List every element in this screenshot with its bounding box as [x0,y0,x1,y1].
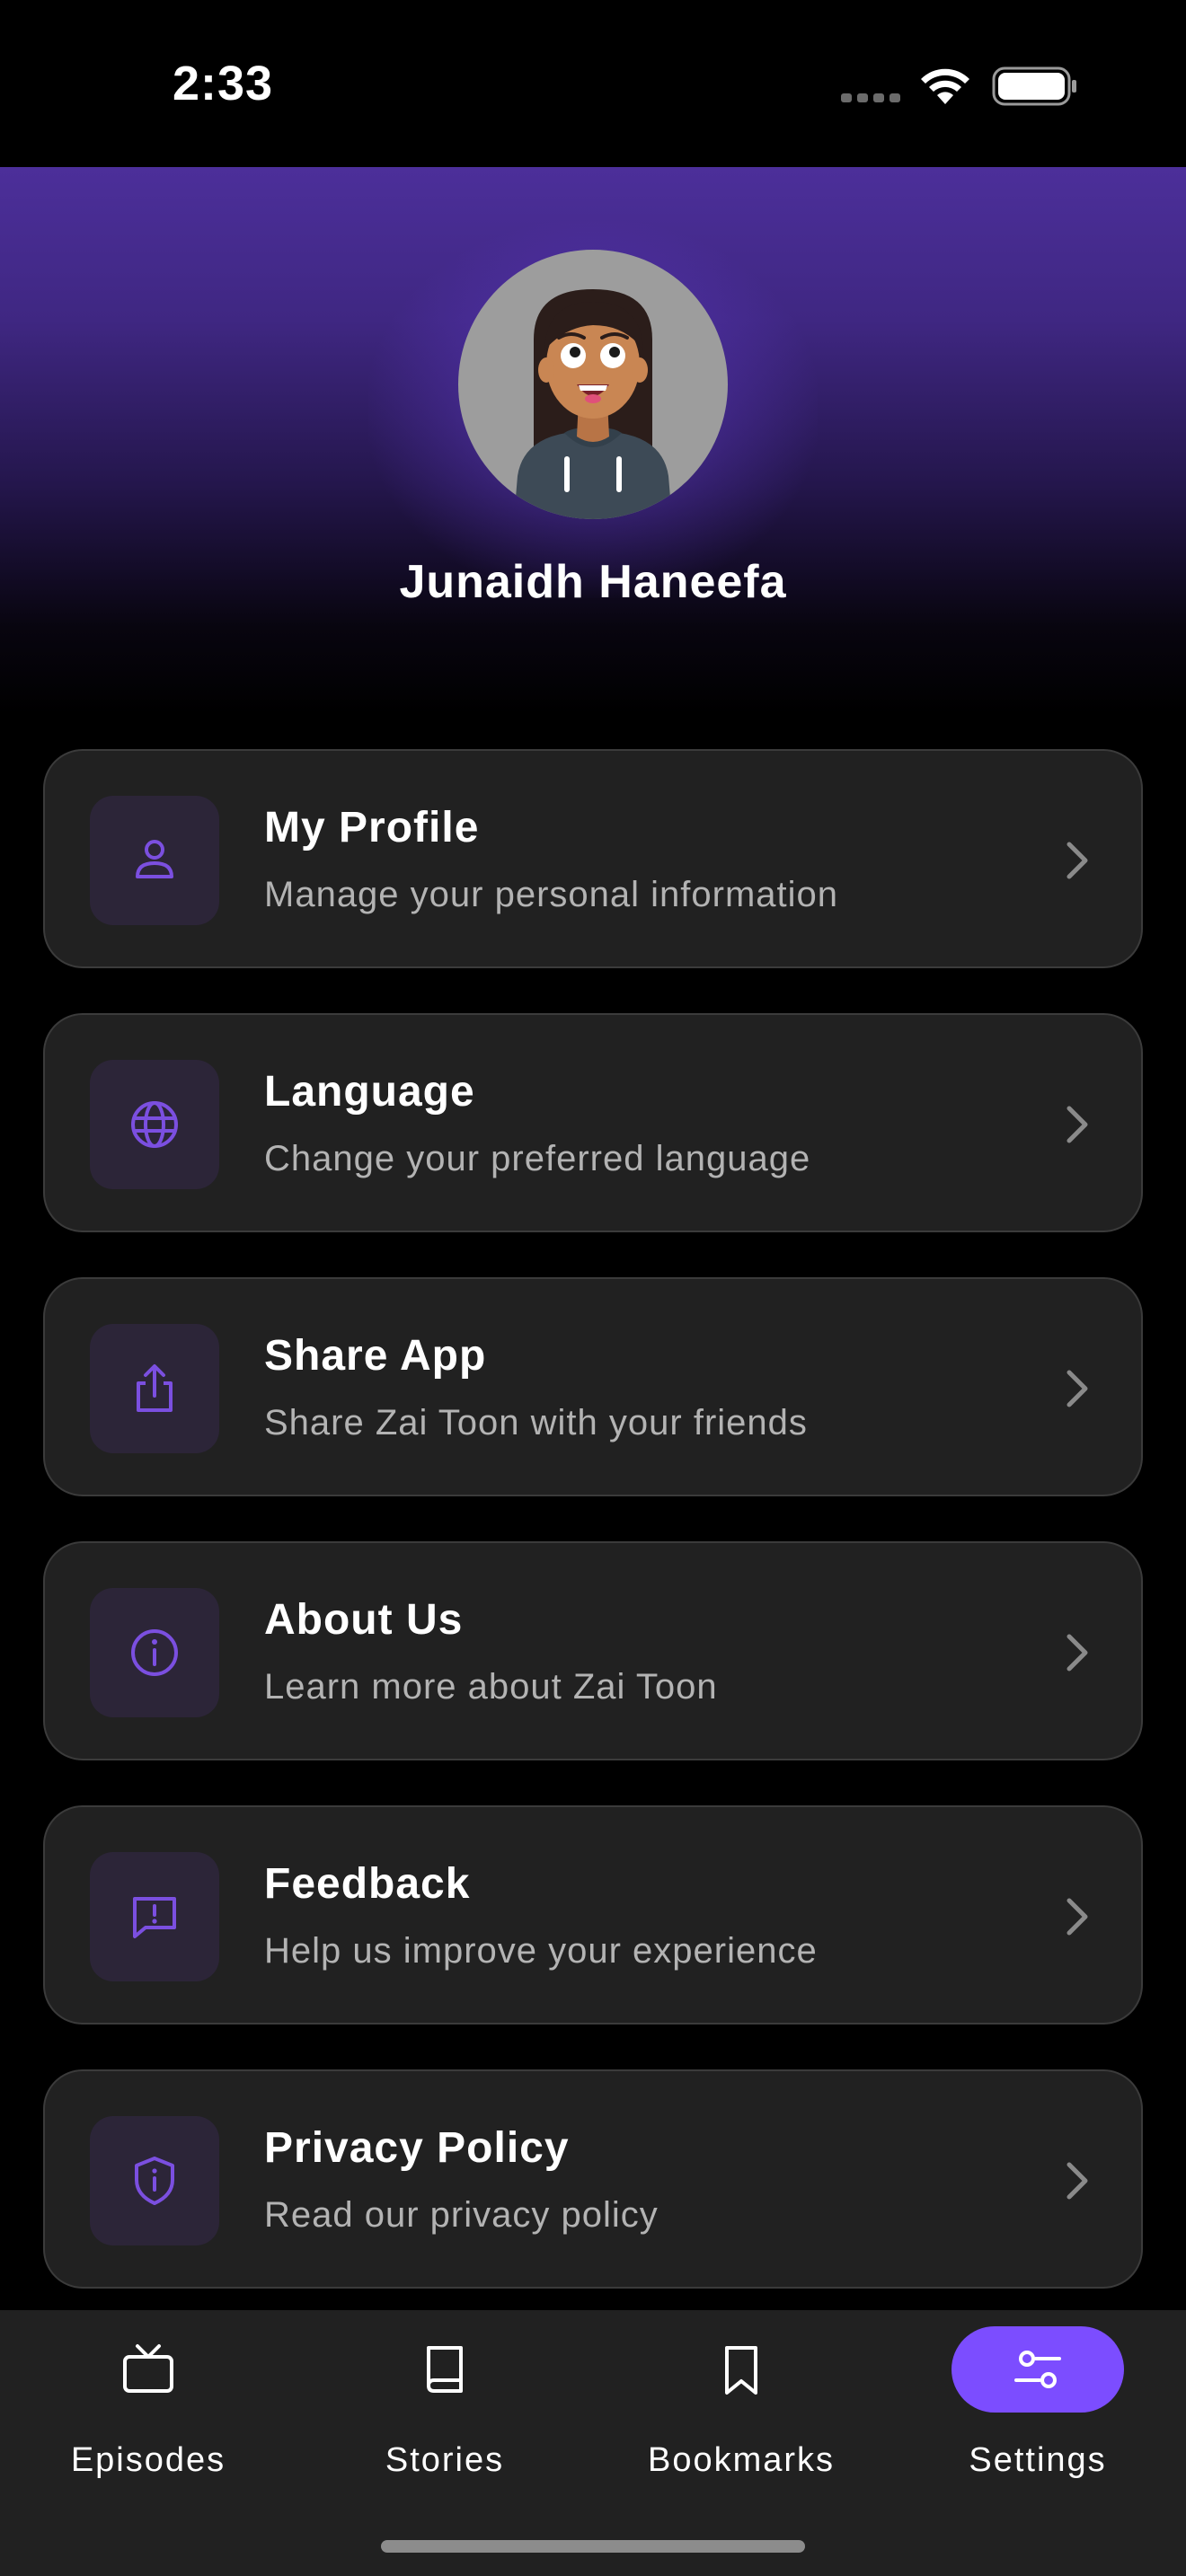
avatar[interactable] [458,250,728,519]
menu-title: Language [264,1068,475,1116]
avatar-illustration [514,289,672,519]
bookmark-icon [725,2346,757,2395]
menu-title: My Profile [264,804,480,851]
wifi-icon [921,68,969,104]
menu-title: About Us [264,1596,464,1644]
menu-subtitle: Change your preferred language [264,1139,811,1178]
nav-icon-wrap [358,2326,531,2413]
nav-tab-bookmarks[interactable]: Bookmarks [593,2310,890,2508]
nav-label: Bookmarks [647,2441,836,2479]
menu-icon-box [90,1324,219,1453]
battery-icon [992,66,1076,106]
profile-header: Junaidh Haneefa [0,167,1186,715]
menu-subtitle: Help us improve your experience [264,1931,818,1971]
menu-subtitle: Read our privacy policy [264,2195,659,2235]
globe-icon [131,1101,178,1148]
menu-item-share-app[interactable]: Share App Share Zai Toon with your frien… [43,1277,1143,1496]
chevron-right-icon [1067,842,1088,879]
status-bar: 2:33 [0,0,1186,167]
nav-icon-wrap-active [951,2326,1124,2413]
menu-title: Feedback [264,1860,471,1908]
menu-item-about-us[interactable]: About Us Learn more about Zai Toon [43,1541,1143,1760]
menu-subtitle: Share Zai Toon with your friends [264,1403,808,1442]
menu-icon-box [90,2116,219,2245]
shield-icon [135,2157,174,2205]
person-icon [136,840,173,878]
menu-item-privacy-policy[interactable]: Privacy Policy Read our privacy policy [43,2069,1143,2289]
nav-icon-wrap [62,2326,235,2413]
menu-item-my-profile[interactable]: My Profile Manage your personal informat… [43,749,1143,968]
menu-title: Privacy Policy [264,2124,570,2172]
book-icon [427,2346,463,2393]
nav-label: Stories [385,2441,505,2479]
sliders-icon [1014,2351,1061,2388]
user-name: Junaidh Haneefa [399,556,787,608]
nav-icon-wrap [655,2326,828,2413]
chevron-right-icon [1067,1370,1088,1407]
bottom-nav: Episodes Stories Bookmarks Settings [0,2310,1186,2576]
feedback-icon [133,1897,176,1938]
chevron-right-icon [1067,2162,1088,2200]
nav-label: Episodes [70,2441,226,2479]
signal-icon [841,93,900,102]
info-icon [131,1629,178,1676]
home-indicator[interactable] [381,2540,805,2553]
menu-icon-box [90,1852,219,1981]
chevron-right-icon [1067,1634,1088,1672]
nav-tab-episodes[interactable]: Episodes [0,2310,296,2508]
menu-item-feedback[interactable]: Feedback Help us improve your experience [43,1805,1143,2025]
menu-title: Share App [264,1332,487,1380]
status-time: 2:33 [173,57,274,110]
menu-icon-box [90,796,219,925]
nav-tab-settings[interactable]: Settings [890,2310,1186,2508]
menu-icon-box [90,1588,219,1717]
share-icon [137,1364,173,1412]
nav-tab-stories[interactable]: Stories [296,2310,593,2508]
chevron-right-icon [1067,1106,1088,1143]
menu-item-language[interactable]: Language Change your preferred language [43,1013,1143,1232]
nav-label: Settings [969,2441,1107,2479]
tv-icon [123,2344,173,2393]
menu-subtitle: Manage your personal information [264,875,839,914]
menu-icon-box [90,1060,219,1189]
chevron-right-icon [1067,1898,1088,1936]
menu-subtitle: Learn more about Zai Toon [264,1667,718,1707]
